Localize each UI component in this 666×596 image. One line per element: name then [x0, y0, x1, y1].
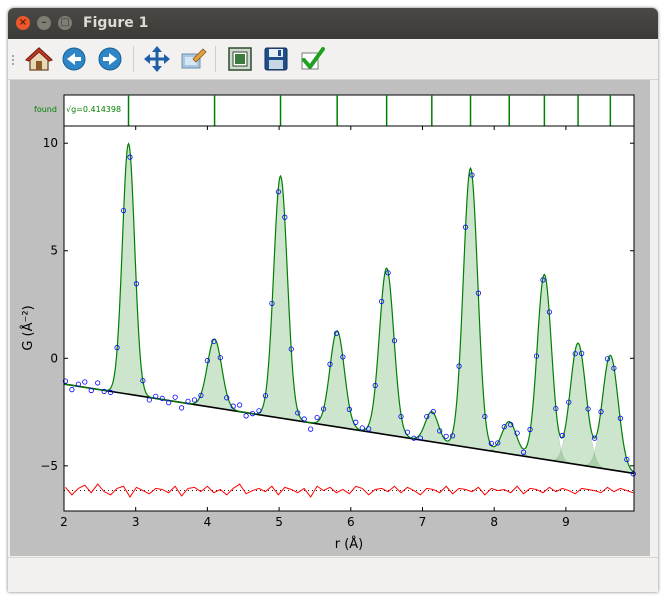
y-tick-label: 0	[50, 351, 58, 365]
peak-strip-axes	[63, 94, 635, 127]
x-tick-label: 9	[562, 515, 570, 529]
y-axis-label: G (Å⁻²)	[20, 305, 36, 350]
minimize-button[interactable]: –	[37, 16, 51, 30]
save-button[interactable]	[262, 45, 290, 73]
y-tick-label: 5	[50, 244, 58, 258]
toolbar-separator	[133, 46, 134, 72]
toolbar-separator	[215, 46, 216, 72]
home-button[interactable]	[25, 45, 53, 73]
x-tick-label: 5	[275, 515, 283, 529]
zoom-button[interactable]	[179, 45, 207, 73]
title-bar[interactable]: × – □ Figure 1	[8, 8, 658, 39]
figure-window: × – □ Figure 1 found √g=0.414398 2 3 4 5…	[8, 8, 658, 592]
x-tick-label: 4	[204, 515, 212, 529]
toolbar-grip[interactable]	[12, 55, 16, 65]
ok-button[interactable]	[298, 45, 326, 73]
back-arrow-icon	[62, 47, 86, 71]
floppy-disk-icon	[264, 47, 288, 71]
x-axis-label: r (Å)	[335, 536, 364, 552]
figure-canvas[interactable]: found √g=0.414398 23456789 10 5 0 −5 r (Å) …	[10, 80, 650, 556]
close-button[interactable]: ×	[16, 16, 30, 30]
y-tick-label: −5	[40, 459, 58, 473]
pan-button[interactable]	[143, 45, 171, 73]
status-bar	[8, 557, 658, 592]
pan-arrows-icon	[144, 46, 170, 72]
green-checkmark-icon	[301, 47, 325, 70]
y-tick-label: 10	[43, 136, 58, 150]
x-tick-label: 7	[419, 515, 427, 529]
back-button[interactable]	[60, 45, 88, 73]
plot-svg: found √g=0.414398 23456789 1050−5 r (Å) …	[20, 94, 636, 552]
window-title: Figure 1	[83, 15, 149, 31]
home-icon	[25, 47, 53, 71]
subplots-icon	[228, 47, 252, 71]
peak-strip-annotation: √g=0.414398	[66, 105, 121, 114]
peak-strip-label: found	[34, 105, 57, 114]
x-tick-label: 2	[60, 515, 68, 529]
x-tick-label: 8	[490, 515, 498, 529]
x-tick-label: 3	[132, 515, 140, 529]
forward-button[interactable]	[96, 45, 124, 73]
toolbar	[8, 39, 658, 80]
subplots-button[interactable]	[226, 45, 254, 73]
forward-arrow-icon	[98, 47, 122, 71]
maximize-button[interactable]: □	[58, 16, 72, 30]
zoom-rectangle-icon	[181, 48, 207, 69]
x-tick-label: 6	[347, 515, 355, 529]
